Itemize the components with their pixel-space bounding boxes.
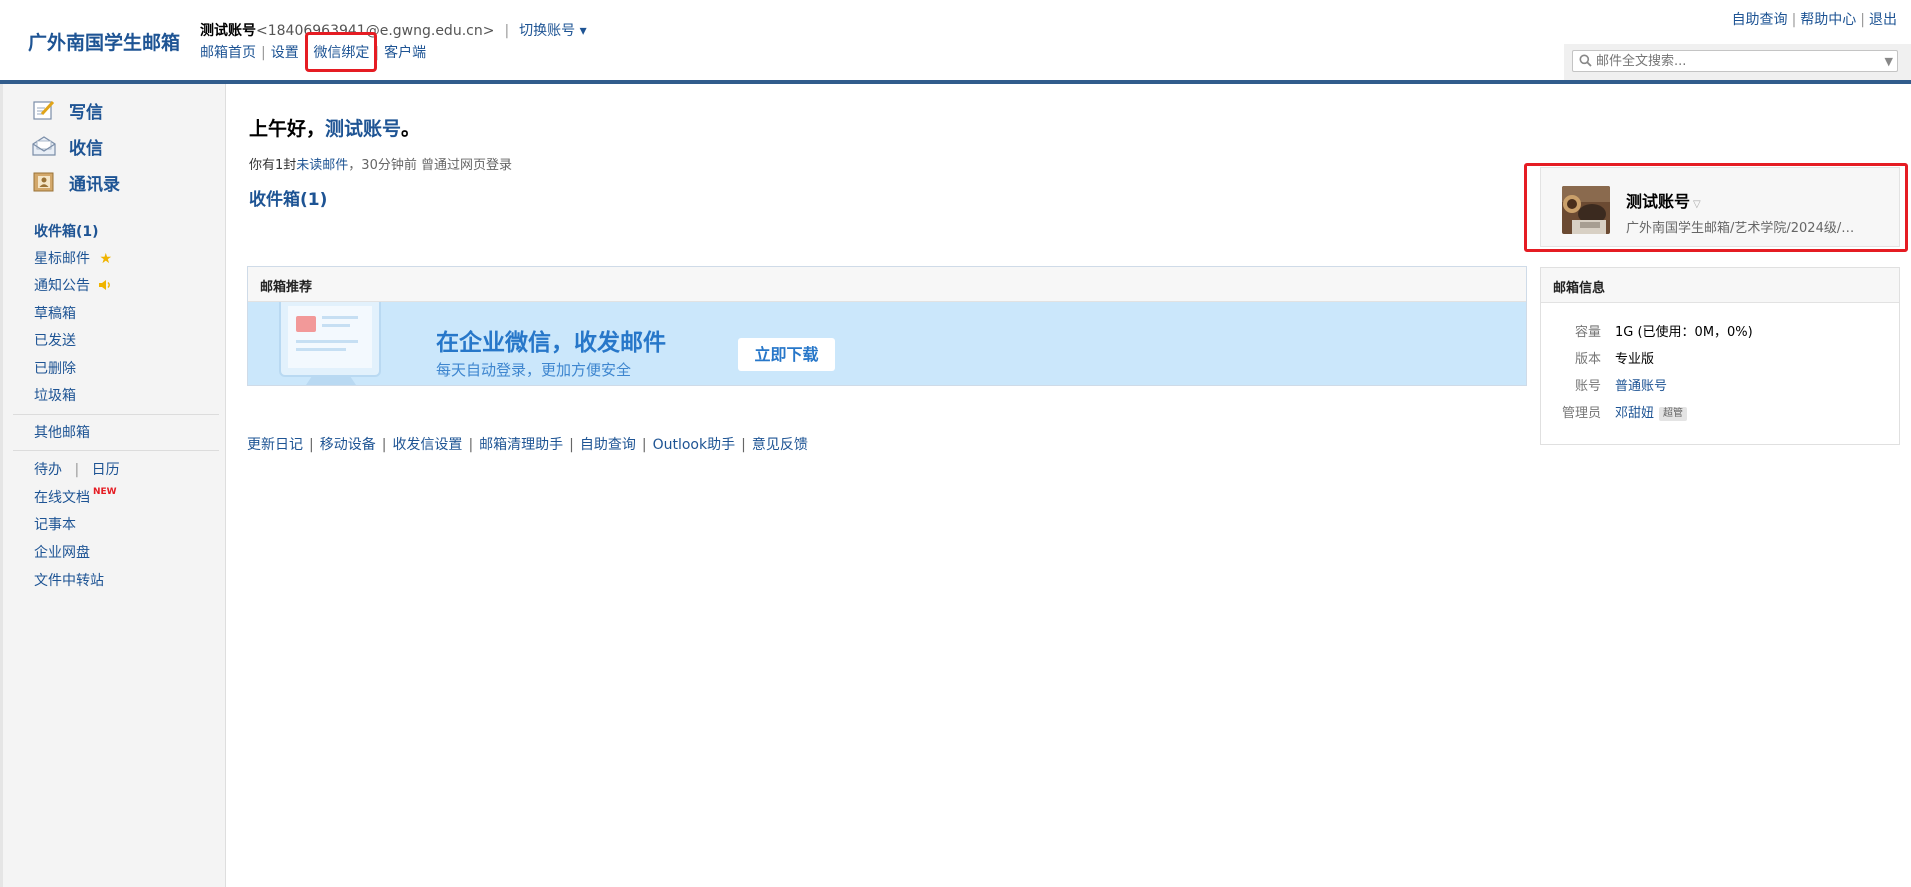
other-mailbox-link[interactable]: 其他邮箱 xyxy=(34,422,90,442)
feedback-link[interactable]: 意见反馈 xyxy=(752,437,808,453)
receive-button[interactable]: 收信 xyxy=(31,132,103,160)
logout-link[interactable]: 退出 xyxy=(1869,12,1897,28)
compose-icon xyxy=(33,100,55,120)
nav-client[interactable]: 客户端 xyxy=(384,45,426,61)
folder-notices[interactable]: 通知公告 xyxy=(34,275,112,295)
search-box[interactable]: ▼ xyxy=(1572,50,1898,72)
self-query-link[interactable]: 自助查询 xyxy=(1732,12,1788,28)
folder-sent[interactable]: 已发送 xyxy=(34,330,76,350)
nav-mail-home[interactable]: 邮箱首页 xyxy=(200,45,256,61)
speaker-icon xyxy=(99,280,111,290)
sidebar-divider xyxy=(13,450,219,451)
unread-mail-link[interactable]: 未读邮件 xyxy=(296,158,348,173)
wework-illustration xyxy=(279,302,381,385)
self-query-tool-link[interactable]: 自助查询 xyxy=(580,437,636,453)
top-right-links: 自助查询 | 帮助中心 | 退出 xyxy=(1731,12,1897,28)
folder-deleted[interactable]: 已删除 xyxy=(34,358,76,378)
compose-button[interactable]: 写信 xyxy=(31,96,103,124)
account-line: 测试账号<18406963941@e.gwng.edu.cn> | 切换账号 ▾ xyxy=(200,23,587,39)
inbox-quick-link[interactable]: 收件箱(1) xyxy=(249,185,327,210)
switch-account-link[interactable]: 切换账号 ▾ xyxy=(519,23,586,39)
mailbox-logo[interactable]: 广外南国学生邮箱 xyxy=(28,28,180,55)
info-row-admin: 管理员 邓甜妞 超管 xyxy=(1555,398,1753,425)
wechat-bind-highlight xyxy=(305,32,377,72)
search-area: ▼ xyxy=(1564,44,1911,80)
folder-trash[interactable]: 垃圾箱 xyxy=(34,385,76,405)
search-dropdown-icon[interactable]: ▼ xyxy=(1885,55,1893,68)
super-admin-badge: 超管 xyxy=(1659,407,1688,421)
receive-icon xyxy=(32,136,56,156)
notes-link[interactable]: 记事本 xyxy=(34,514,76,534)
banner-title: 在企业微信，收发邮件 xyxy=(436,330,666,356)
folder-inbox[interactable]: 收件箱(1) xyxy=(34,221,99,241)
contacts-button[interactable]: 通讯录 xyxy=(31,168,120,196)
admin-name-link[interactable]: 邓甜妞 xyxy=(1615,406,1654,421)
online-docs-link[interactable]: 在线文档 NEW xyxy=(34,487,117,507)
wework-banner[interactable]: 在企业微信，收发邮件 每天自动登录，更加方便安全 立即下载 xyxy=(248,302,1526,385)
login-info: 你有1封未读邮件，30分钟前 曾通过网页登录 xyxy=(249,158,512,173)
search-input[interactable] xyxy=(1596,52,1866,70)
star-icon: ★ xyxy=(99,251,113,267)
download-now-button[interactable]: 立即下载 xyxy=(738,338,835,371)
mailbox-info-header: 邮箱信息 xyxy=(1541,268,1899,303)
account-type-link[interactable]: 普通账号 xyxy=(1615,379,1667,394)
profile-highlight xyxy=(1524,163,1908,252)
calendar-link[interactable]: 日历 xyxy=(92,462,120,478)
recommend-header: 邮箱推荐 xyxy=(248,267,1526,302)
info-row-account: 账号 普通账号 xyxy=(1574,379,1668,394)
banner-subtitle: 每天自动登录，更加方便安全 xyxy=(436,361,632,379)
left-sidebar: 写信 收信 通讯录 收件箱(1) 星标邮件 ★ 通知公告 草稿箱 已发送 已删除… xyxy=(0,84,226,887)
address-book-icon xyxy=(33,172,54,192)
mailbox-info-panel: 邮箱信息 容量 1G (已使用：0M，0%) 版本 专业版 账号 普通账号 管理… xyxy=(1540,267,1900,445)
folder-drafts[interactable]: 草稿箱 xyxy=(34,303,76,323)
account-name: 测试账号 xyxy=(200,23,256,39)
todo-calendar-row: 待办 | 日历 xyxy=(34,462,120,478)
new-badge: NEW xyxy=(93,487,117,497)
tool-links: 更新日记 | 移动设备 | 收发信设置 | 邮箱清理助手 | 自助查询 | Outlook助手 | 意见… xyxy=(247,437,808,453)
top-header: 广外南国学生邮箱 测试账号<18406963941@e.gwng.edu.cn>… xyxy=(0,0,1911,80)
mail-settings-link[interactable]: 收发信设置 xyxy=(392,437,462,453)
file-transfer-link[interactable]: 文件中转站 xyxy=(34,570,104,590)
search-icon xyxy=(1579,54,1592,67)
changelog-link[interactable]: 更新日记 xyxy=(247,437,303,453)
netdisk-link[interactable]: 企业网盘 xyxy=(34,542,90,562)
todo-link[interactable]: 待办 xyxy=(34,462,62,478)
sidebar-divider xyxy=(13,414,219,415)
greeting-username[interactable]: 测试账号 xyxy=(325,118,401,140)
mailbox-info-table: 容量 1G (已使用：0M，0%) 版本 专业版 账号 普通账号 管理员 邓甜妞… xyxy=(1555,317,1753,425)
info-row-capacity: 容量 1G (已使用：0M，0%) xyxy=(1574,325,1753,340)
outlook-helper-link[interactable]: Outlook助手 xyxy=(653,437,736,453)
mobile-devices-link[interactable]: 移动设备 xyxy=(320,437,376,453)
mailbox-cleanup-link[interactable]: 邮箱清理助手 xyxy=(479,437,563,453)
info-row-edition: 版本 专业版 xyxy=(1574,352,1655,367)
greeting: 上午好，测试账号。 xyxy=(249,118,421,140)
recommend-panel: 邮箱推荐 在企业微信，收发邮件 每天自动登录，更加方便安全 立即下载 xyxy=(247,266,1527,386)
nav-settings[interactable]: 设置 xyxy=(271,45,299,61)
folder-starred[interactable]: 星标邮件 ★ xyxy=(34,248,112,268)
help-center-link[interactable]: 帮助中心 xyxy=(1800,12,1856,28)
